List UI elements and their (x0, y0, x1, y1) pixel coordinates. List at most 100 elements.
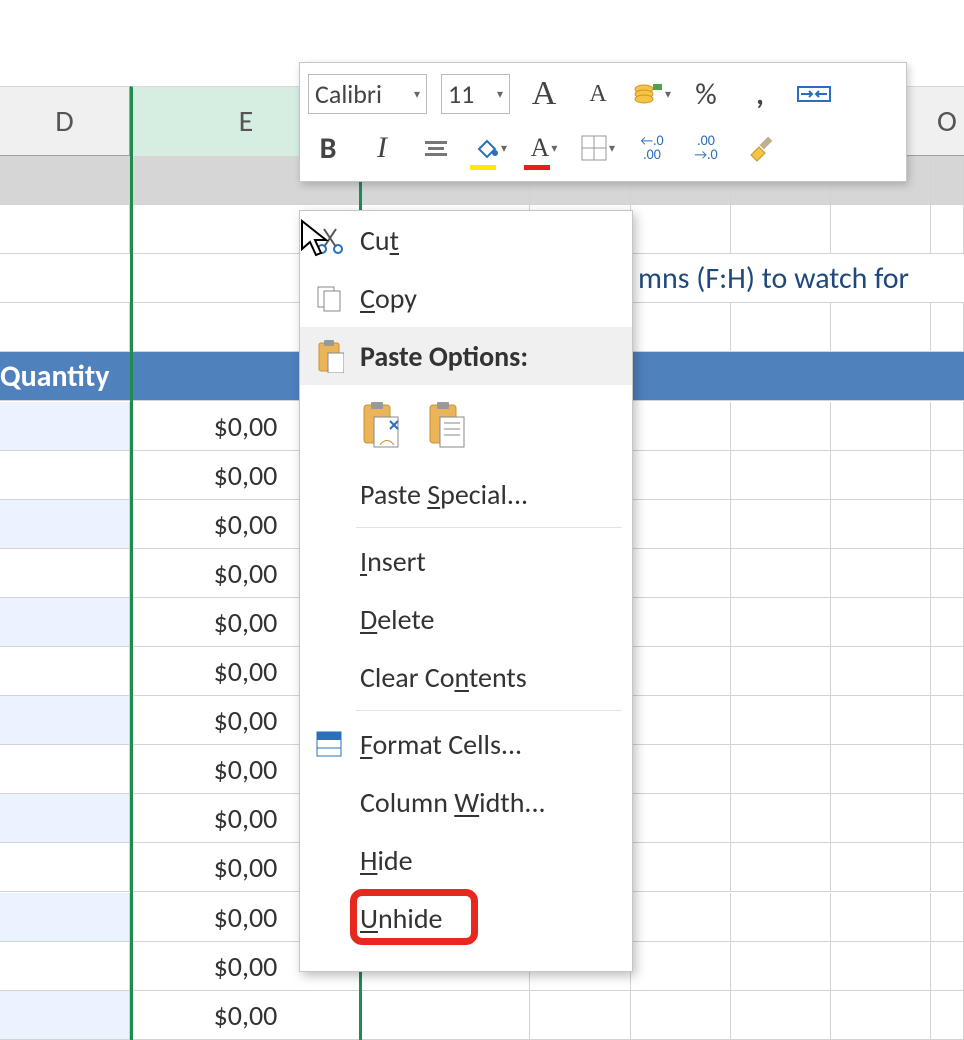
cell[interactable] (0, 451, 130, 500)
cell[interactable] (931, 794, 964, 843)
cell[interactable] (931, 156, 964, 205)
cell[interactable] (0, 156, 130, 205)
cell[interactable] (631, 843, 731, 892)
borders-button[interactable] (578, 128, 618, 168)
cell[interactable] (0, 843, 130, 892)
cell[interactable] (931, 647, 964, 696)
cell[interactable] (731, 402, 831, 451)
cell[interactable] (831, 549, 931, 598)
cell[interactable] (0, 991, 130, 1040)
cell[interactable] (931, 303, 964, 352)
cell[interactable] (631, 451, 731, 500)
cell[interactable] (831, 598, 931, 647)
cell[interactable] (0, 794, 130, 843)
cell[interactable] (831, 451, 931, 500)
cell[interactable] (0, 254, 130, 303)
cell[interactable] (631, 794, 731, 843)
cell[interactable] (631, 696, 731, 745)
merge-center-button[interactable] (794, 74, 834, 114)
cell[interactable] (931, 843, 964, 892)
cell[interactable] (831, 500, 931, 549)
column-header-D[interactable]: D (0, 86, 130, 156)
cell[interactable] (0, 205, 130, 254)
cell[interactable] (0, 647, 130, 696)
header-quantity[interactable]: Quantity (0, 352, 130, 401)
menu-unhide[interactable]: Unhide (300, 889, 632, 947)
menu-clear-contents[interactable]: Clear Contents (300, 648, 632, 706)
cell[interactable] (931, 991, 964, 1040)
cell[interactable] (0, 598, 130, 647)
cell[interactable] (931, 451, 964, 500)
cell[interactable] (631, 893, 731, 942)
cell[interactable] (931, 745, 964, 794)
cell[interactable] (631, 500, 731, 549)
font-size-dropdown[interactable]: 11▾ (441, 74, 510, 114)
cell[interactable]: $0,00 (130, 991, 362, 1040)
cell[interactable] (631, 942, 731, 991)
cell[interactable] (0, 500, 130, 549)
decrease-decimal-button[interactable]: .00 →.0 (686, 128, 726, 168)
cell[interactable] (0, 942, 130, 991)
cell[interactable] (731, 451, 831, 500)
cell[interactable] (0, 745, 130, 794)
cell[interactable] (731, 549, 831, 598)
menu-format-cells[interactable]: Format Cells... (300, 715, 632, 773)
cell[interactable] (831, 402, 931, 451)
cell[interactable] (731, 205, 831, 254)
cell[interactable] (731, 598, 831, 647)
cell[interactable] (831, 205, 931, 254)
cell[interactable] (631, 991, 731, 1040)
cell[interactable] (631, 549, 731, 598)
cell[interactable] (731, 843, 831, 892)
cell[interactable] (931, 352, 964, 401)
cell[interactable] (631, 598, 731, 647)
cell[interactable] (631, 303, 731, 352)
cell[interactable] (362, 991, 530, 1040)
cell[interactable] (0, 893, 130, 942)
menu-insert[interactable]: Insert (300, 532, 632, 590)
font-name-dropdown[interactable]: Calibri▾ (308, 74, 427, 114)
increase-font-size-button[interactable]: A (524, 74, 564, 114)
cell[interactable] (831, 942, 931, 991)
cell[interactable] (831, 794, 931, 843)
cell[interactable] (931, 893, 964, 942)
align-button[interactable] (416, 128, 456, 168)
cell[interactable] (530, 991, 631, 1040)
menu-copy[interactable]: Copy (300, 269, 632, 327)
cell[interactable] (731, 794, 831, 843)
cell[interactable] (731, 352, 831, 401)
cell[interactable] (631, 205, 731, 254)
menu-cut[interactable]: Cut (300, 211, 632, 269)
format-painter-button[interactable] (740, 128, 780, 168)
cell[interactable] (831, 303, 931, 352)
cell[interactable] (931, 696, 964, 745)
menu-paste-special[interactable]: Paste Special... (300, 465, 632, 523)
cell[interactable] (731, 696, 831, 745)
cell[interactable] (631, 352, 731, 401)
cell[interactable] (631, 402, 731, 451)
comma-format-button[interactable]: , (740, 74, 780, 114)
percent-format-button[interactable]: % (686, 74, 726, 114)
accounting-format-button[interactable] (632, 74, 672, 114)
cell[interactable] (731, 500, 831, 549)
cell[interactable] (831, 647, 931, 696)
cell[interactable] (0, 549, 130, 598)
cell[interactable] (731, 893, 831, 942)
cell[interactable] (731, 942, 831, 991)
cell[interactable] (831, 352, 931, 401)
menu-column-width[interactable]: Column Width... (300, 773, 632, 831)
cell[interactable] (931, 598, 964, 647)
cell[interactable] (0, 303, 130, 352)
cell[interactable] (931, 500, 964, 549)
cell[interactable] (631, 647, 731, 696)
column-header-O[interactable]: O (931, 86, 964, 156)
cell[interactable] (931, 549, 964, 598)
cell[interactable] (831, 696, 931, 745)
italic-button[interactable]: I (362, 128, 402, 168)
menu-hide[interactable]: Hide (300, 831, 632, 889)
menu-delete[interactable]: Delete (300, 590, 632, 648)
cell[interactable] (731, 745, 831, 794)
cell[interactable] (731, 303, 831, 352)
cell[interactable] (731, 647, 831, 696)
decrease-font-size-button[interactable]: A (578, 74, 618, 114)
